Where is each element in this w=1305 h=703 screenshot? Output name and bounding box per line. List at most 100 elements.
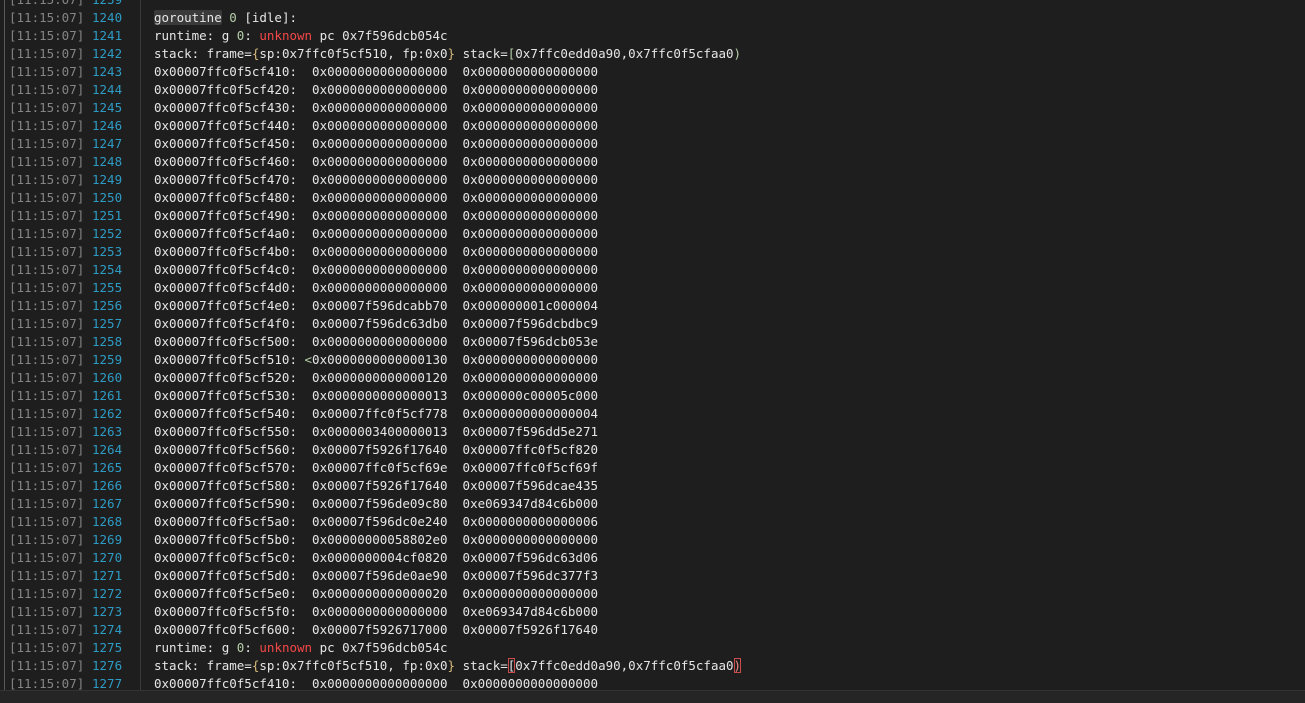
indent-guide	[140, 567, 141, 585]
indent-guide	[140, 657, 141, 675]
log-line: [11:15:07] 1266 0x00007ffc0f5cf580: 0x0000…	[0, 477, 1305, 495]
timestamp: [11:15:07]	[9, 406, 85, 421]
code-text: stack: frame={sp:0x7ffc0f5cf510, fp:0x0}…	[154, 657, 742, 675]
code-token: 0x00007ffc0f5cf560: 0x00007f5926f17640 0…	[154, 442, 599, 457]
log-line: [11:15:07] 1250 0x00007ffc0f5cf480: 0x0000…	[0, 189, 1305, 207]
log-line: [11:15:07] 1257 0x00007ffc0f5cf4f0: 0x0000…	[0, 315, 1305, 333]
line-number: 1265	[92, 460, 123, 475]
gutter-marker	[4, 639, 5, 657]
code-token: }	[447, 46, 456, 61]
gutter-marker	[4, 477, 5, 495]
gutter-marker	[4, 27, 5, 45]
code-token: pc 0x7f596dcb054c	[312, 640, 448, 655]
code-text: 0x00007ffc0f5cf600: 0x00007f5926717000 0…	[154, 621, 598, 639]
log-line: [11:15:07] 1263 0x00007ffc0f5cf550: 0x0000…	[0, 423, 1305, 441]
log-line: [11:15:07] 1254 0x00007ffc0f5cf4c0: 0x0000…	[0, 261, 1305, 279]
timestamp: [11:15:07]	[9, 370, 85, 385]
code-token: runtime: g	[154, 640, 237, 655]
gutter-marker	[4, 387, 5, 405]
code-token: 0x00007ffc0f5cf420: 0x0000000000000000 0…	[154, 82, 599, 97]
gutter-marker	[4, 531, 5, 549]
gutter-marker	[4, 351, 5, 369]
code-text: 0x00007ffc0f5cf590: 0x00007f596de09c80 0…	[154, 495, 598, 513]
line-number: 1275	[92, 640, 123, 655]
line-number: 1266	[92, 478, 123, 493]
timestamp: [11:15:07]	[9, 10, 85, 25]
code-token: 0x00007ffc0f5cf470: 0x0000000000000000 0…	[154, 172, 599, 187]
log-lines: [11:15:07] 1239 [11:15:07] 1240 goroutine 0 …	[0, 0, 1305, 690]
log-line: [11:15:07] 1252 0x00007ffc0f5cf4a0: 0x0000…	[0, 225, 1305, 243]
code-text: 0x00007ffc0f5cf530: 0x0000000000000013 0…	[154, 387, 598, 405]
gutter-marker	[4, 297, 5, 315]
timestamp: [11:15:07]	[9, 568, 85, 583]
gutter-marker	[4, 81, 5, 99]
code-token: <	[304, 352, 313, 367]
code-text: 0x00007ffc0f5cf460: 0x0000000000000000 0…	[154, 153, 598, 171]
gutter-marker	[4, 315, 5, 333]
line-number: 1252	[92, 226, 123, 241]
indent-guide	[140, 549, 141, 567]
timestamp: [11:15:07]	[9, 0, 84, 9]
code-token: 0x00007ffc0f5cf5d0: 0x00007f596de0ae90 0…	[154, 568, 599, 583]
indent-guide	[140, 9, 141, 27]
timestamp: [11:15:07]	[9, 532, 85, 547]
line-number: 1276	[92, 658, 123, 673]
timestamp: [11:15:07]	[9, 190, 85, 205]
code-text: 0x00007ffc0f5cf560: 0x00007f5926f17640 0…	[154, 441, 598, 459]
code-text: 0x00007ffc0f5cf5a0: 0x00007f596dc0e240 0…	[154, 513, 598, 531]
code-token: 0x00007ffc0f5cf5a0: 0x00007f596dc0e240 0…	[154, 514, 599, 529]
gutter-marker	[4, 549, 5, 567]
gutter-marker	[4, 495, 5, 513]
code-text: 0x00007ffc0f5cf520: 0x0000000000000120 0…	[154, 369, 598, 387]
code-token: 0x00007ffc0f5cf5c0: 0x0000000004cf0820 0…	[154, 550, 599, 565]
gutter-marker	[4, 459, 5, 477]
gutter-marker	[4, 513, 5, 531]
gutter-marker	[4, 171, 5, 189]
code-token: 0x00007ffc0f5cf590: 0x00007f596de09c80 0…	[154, 496, 599, 511]
code-text: 0x00007ffc0f5cf470: 0x0000000000000000 0…	[154, 171, 598, 189]
indent-guide	[140, 315, 141, 333]
timestamp: [11:15:07]	[9, 28, 85, 43]
indent-guide	[140, 171, 141, 189]
gutter-marker	[4, 369, 5, 387]
timestamp: [11:15:07]	[9, 334, 85, 349]
horizontal-scrollbar[interactable]	[0, 690, 1305, 703]
code-token: sp:0x7ffc0f5cf510, fp:0x0	[259, 658, 448, 673]
line-number: 1249	[92, 172, 123, 187]
code-token: 0x00007ffc0f5cf600: 0x00007f5926717000 0…	[154, 622, 599, 637]
code-token: [idle]:	[236, 10, 298, 25]
log-line: [11:15:07] 1248 0x00007ffc0f5cf460: 0x0000…	[0, 153, 1305, 171]
log-line: [11:15:07] 1274 0x00007ffc0f5cf600: 0x0000…	[0, 621, 1305, 639]
timestamp: [11:15:07]	[9, 172, 85, 187]
log-line: [11:15:07] 1249 0x00007ffc0f5cf470: 0x0000…	[0, 171, 1305, 189]
log-line: [11:15:07] 1268 0x00007ffc0f5cf5a0: 0x0000…	[0, 513, 1305, 531]
indent-guide	[140, 261, 141, 279]
editor-area[interactable]: [11:15:07] 1239 [11:15:07] 1240 goroutine 0 …	[0, 0, 1305, 690]
timestamp: [11:15:07]	[9, 460, 85, 475]
gutter-marker	[4, 441, 5, 459]
code-token: }	[447, 658, 456, 673]
log-line: [11:15:07] 1275 runtime: g 0: unknown pc 0…	[0, 639, 1305, 657]
line-number: 1255	[92, 280, 123, 295]
code-text: 0x00007ffc0f5cf410: 0x0000000000000000 0…	[154, 675, 598, 690]
code-token: 0x0000000000000130 0x0000000000000000	[312, 352, 599, 367]
log-line: [11:15:07] 1247 0x00007ffc0f5cf450: 0x0000…	[0, 135, 1305, 153]
log-line: [11:15:07] 1244 0x00007ffc0f5cf420: 0x0000…	[0, 81, 1305, 99]
indent-guide	[140, 63, 141, 81]
code-text: 0x00007ffc0f5cf450: 0x0000000000000000 0…	[154, 135, 598, 153]
log-line: [11:15:07] 1245 0x00007ffc0f5cf430: 0x0000…	[0, 99, 1305, 117]
log-line: [11:15:07] 1270 0x00007ffc0f5cf5c0: 0x0000…	[0, 549, 1305, 567]
code-text: 0x00007ffc0f5cf510: <0x0000000000000130 …	[154, 351, 598, 369]
timestamp: [11:15:07]	[9, 64, 85, 79]
timestamp: [11:15:07]	[9, 226, 85, 241]
log-line: [11:15:07] 1246 0x00007ffc0f5cf440: 0x0000…	[0, 117, 1305, 135]
code-text: 0x00007ffc0f5cf4c0: 0x0000000000000000 0…	[154, 261, 598, 279]
indent-guide	[140, 297, 141, 315]
code-text: 0x00007ffc0f5cf4f0: 0x00007f596dc63db0 0…	[154, 315, 598, 333]
timestamp: [11:15:07]	[9, 676, 85, 690]
code-token: 0x7ffc0edd0a90,0x7ffc0f5cfaa0	[515, 658, 734, 673]
code-text: stack: frame={sp:0x7ffc0f5cf510, fp:0x0}…	[154, 45, 741, 63]
code-token: 0x00007ffc0f5cf410: 0x0000000000000000 0…	[154, 676, 599, 690]
gutter-marker	[4, 117, 5, 135]
code-text: runtime: g 0: unknown pc 0x7f596dcb054c	[154, 27, 448, 45]
